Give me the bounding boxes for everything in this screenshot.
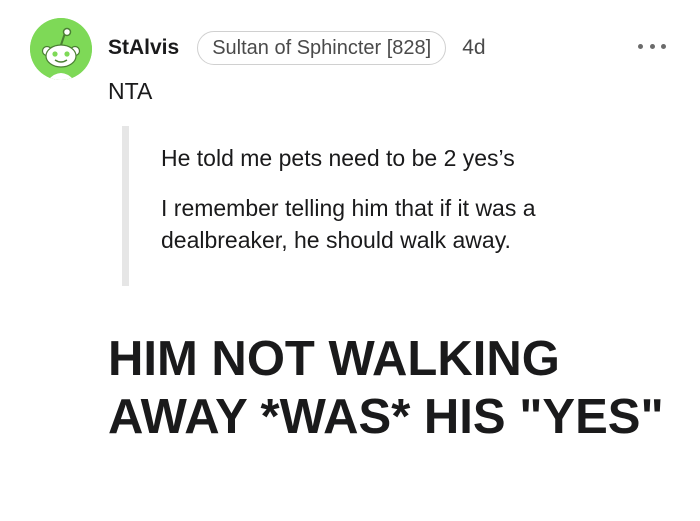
username[interactable]: StAlvis	[108, 36, 179, 60]
quote-line: I remember telling him that if it was a …	[161, 195, 536, 253]
blockquote: He told me pets need to be 2 yes’s I rem…	[122, 126, 642, 286]
dot	[661, 43, 666, 49]
comment-verdict: NTA	[108, 78, 153, 104]
dot	[649, 43, 655, 49]
user-flair: Sultan of Sphincter [828]	[197, 31, 447, 65]
reddit-snoo-icon	[30, 18, 92, 80]
comment-heading: HIM NOT WALKING AWAY *WAS* HIS "YES"	[108, 332, 664, 444]
comment: StAlvis Sultan of Sphincter [828] 4d NTA…	[0, 0, 700, 521]
comment-header: StAlvis Sultan of Sphincter [828] 4d	[108, 30, 486, 66]
more-options-icon[interactable]	[638, 38, 666, 54]
quote-line: He told me pets need to be 2 yes’s	[161, 145, 515, 171]
dot	[638, 43, 643, 49]
timestamp: 4d	[462, 36, 486, 59]
avatar[interactable]	[30, 18, 92, 80]
